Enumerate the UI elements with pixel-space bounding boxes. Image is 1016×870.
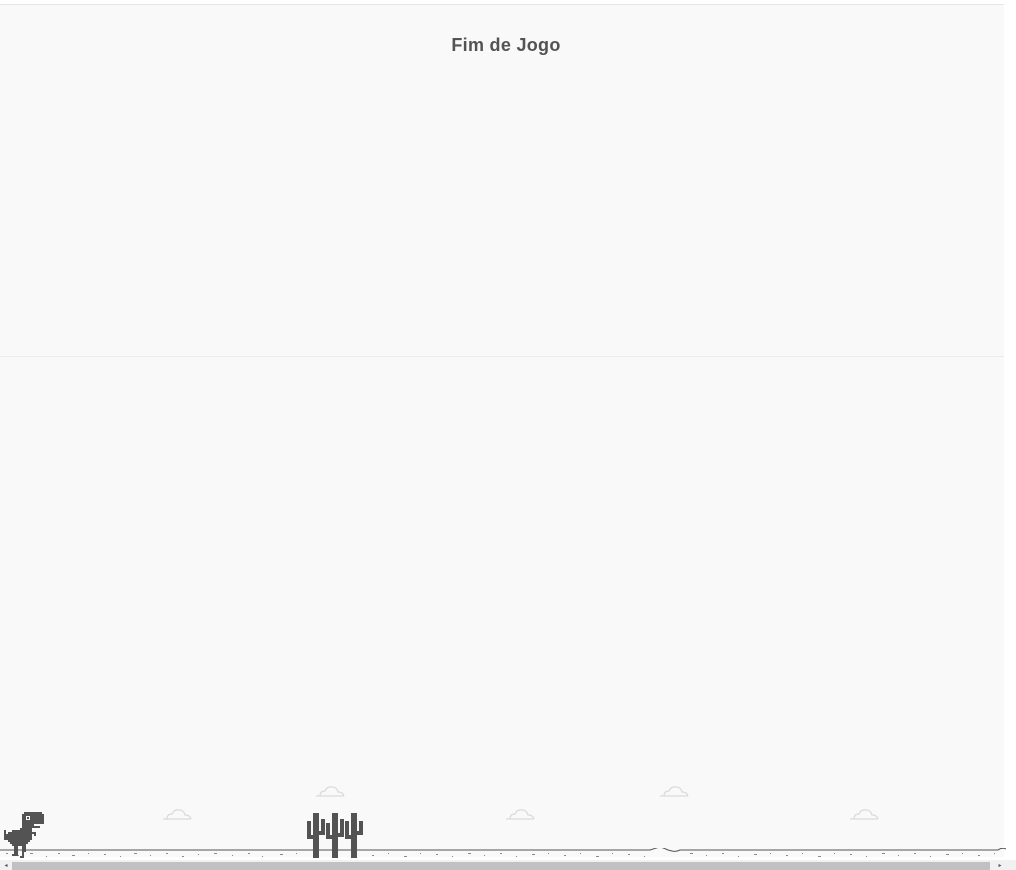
ground-horizon [0,848,1006,857]
trex-icon [4,812,44,858]
cloud-icon [506,809,535,820]
canvas-divider [0,356,1004,357]
cactus-icon [345,813,363,858]
game-canvas[interactable]: Fim de Jogo [0,4,1004,857]
cloud-icon [316,786,345,797]
cloud-icon [850,809,879,820]
cloud-icon [163,809,192,820]
cloud-icon [660,786,689,797]
game-over-text: Fim de Jogo [451,35,561,55]
horizontal-scrollbar[interactable]: ◂ ▸ [0,860,1016,870]
scroll-left-arrow-icon[interactable]: ◂ [2,862,10,870]
scroll-right-arrow-icon[interactable]: ▸ [996,862,1004,870]
scrollbar-thumb[interactable] [12,862,990,870]
